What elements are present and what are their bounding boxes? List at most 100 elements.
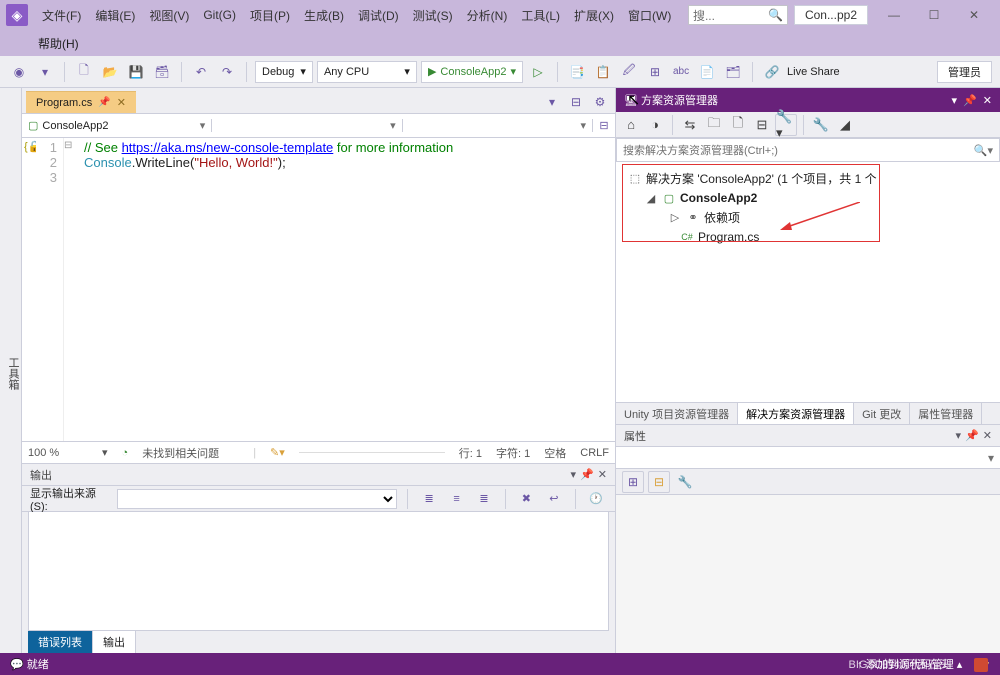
open-icon[interactable]: 📂 [99,61,121,83]
feedback-icon[interactable]: 💬 [10,658,24,671]
tab-output[interactable]: 输出 [92,630,136,653]
tab-program-cs[interactable]: Program.cs 📌 ✕ [26,91,136,113]
config-combo[interactable]: Debug▾ [255,61,313,83]
platform-combo[interactable]: Any CPU▾ [317,61,417,83]
se-home-icon[interactable]: ⌂ [620,114,642,136]
se-wrench-icon[interactable]: 🔧 [810,114,832,136]
maximize-button[interactable]: ☐ [914,1,954,29]
menu-project[interactable]: 项目(P) [244,3,296,28]
notification-badge[interactable] [974,658,988,672]
undo-icon[interactable]: ↶ [190,61,212,83]
menu-git[interactable]: Git(G) [197,4,242,26]
out-icon-3[interactable]: ≣ [473,488,494,510]
output-body[interactable] [28,512,609,631]
prop-autohide-icon[interactable]: 📌 [965,429,979,442]
output-source-combo[interactable] [117,489,397,509]
se-pin-icon[interactable]: 📌 [963,94,977,107]
pin-icon[interactable]: 📌 [98,97,110,108]
prop-close-icon[interactable]: ✕ [983,429,992,442]
menu-build[interactable]: 生成(B) [298,3,350,28]
nav-fwd-icon[interactable]: ▾ [34,61,56,83]
close-button[interactable]: ✕ [954,1,994,29]
se-search[interactable]: 搜索解决方案资源管理器(Ctrl+;)🔍▾ [616,138,1000,162]
output-autohide-icon[interactable]: 📌 [580,468,594,481]
properties-body[interactable] [616,495,1000,653]
tab-split-icon[interactable]: ⊟ [565,91,587,113]
nav-member-combo[interactable]: ▾ [403,119,593,132]
menu-edit[interactable]: 编辑(E) [89,3,141,28]
menu-debug[interactable]: 调试(D) [352,3,405,28]
tab-error-list[interactable]: 错误列表 [28,631,92,653]
file-node[interactable]: C#Program.cs [620,228,996,246]
tab-property-manager[interactable]: 属性管理器 [910,403,982,424]
se-properties-icon[interactable]: 🔧▾ [775,114,797,136]
menu-view[interactable]: 视图(V) [143,3,195,28]
minimize-button[interactable]: — [874,1,914,29]
tb-icon-7[interactable]: 🗂 [722,61,744,83]
expand-deps-icon[interactable]: ▷ [668,211,682,224]
tab-git-changes[interactable]: Git 更改 [854,403,910,424]
tab-unity[interactable]: Unity 项目资源管理器 [616,403,738,424]
deps-node[interactable]: ▷⚭依赖项 [620,207,996,228]
output-pin-icon[interactable]: ▾ [571,468,577,481]
se-close-icon[interactable]: ✕ [983,94,992,107]
prop-wrench-icon[interactable]: 🔧 [674,471,696,493]
tb-icon-3[interactable]: 🖉 [618,61,640,83]
out-clear-icon[interactable]: ✖ [516,488,537,510]
redo-icon[interactable]: ↷ [216,61,238,83]
out-icon-2[interactable]: ≡ [446,488,467,510]
se-sync-icon[interactable]: ⇆ [679,114,701,136]
se-dropdown-icon[interactable]: ▾ [952,94,958,107]
tab-dropdown-icon[interactable]: ▾ [541,91,563,113]
live-share-label[interactable]: Live Share [787,66,840,78]
prop-combo-dd[interactable]: ▾ [988,451,994,465]
tb-icon-4[interactable]: ⊞ [644,61,666,83]
se-more-icon[interactable]: ◢ [834,114,856,136]
fold-margin[interactable]: ⊟ [64,138,78,441]
se-refresh-icon[interactable]: 🗀 [703,114,725,136]
tb-icon-6[interactable]: 📄 [696,61,718,83]
tb-icon-2[interactable]: 📋 [592,61,614,83]
nav-project-combo[interactable]: ▢ConsoleApp2▾ [22,119,212,132]
save-all-icon[interactable]: 🗃 [151,61,173,83]
sln-node[interactable]: ⬚解决方案 'ConsoleApp2' (1 个项目，共 1 个 [620,168,996,189]
se-view-icon[interactable]: ◑ [644,114,666,136]
left-tool-rail[interactable]: 工具箱 [0,88,22,653]
title-search[interactable]: 搜...🔍 [688,5,788,25]
expand-icon[interactable]: ◢ [644,192,658,205]
indent-mode[interactable]: 空格 [544,445,566,461]
prop-az-icon[interactable]: ⊟ [648,471,670,493]
eol-mode[interactable]: CRLF [580,447,609,459]
run-button[interactable]: ▶ConsoleApp2▾ [421,61,523,83]
menu-file[interactable]: 文件(F) [36,3,87,28]
menu-analyze[interactable]: 分析(N) [461,3,514,28]
nav-back-icon[interactable]: ◉ [8,61,30,83]
tb-icon-5[interactable]: abc [670,61,692,83]
prop-cat-icon[interactable]: ⊞ [622,471,644,493]
tab-solution-explorer[interactable]: 解决方案资源管理器 [738,403,854,424]
out-wrap-icon[interactable]: ↩ [543,488,564,510]
se-showall-icon[interactable]: 🗋 [727,114,749,136]
tab-gear-icon[interactable]: ⚙ [589,91,611,113]
save-icon[interactable]: 💾 [125,61,147,83]
menu-test[interactable]: 测试(S) [407,3,459,28]
menu-help[interactable]: 帮助(H) [32,31,85,56]
menu-window[interactable]: 窗口(W) [622,3,677,28]
se-collapse-icon[interactable]: ⊟ [751,114,773,136]
nav-split-icon[interactable]: ⊟ [593,115,615,137]
prop-pin-icon[interactable]: ▾ [956,429,962,442]
tb-icon-1[interactable]: 📑 [566,61,588,83]
output-close-icon[interactable]: ✕ [598,468,607,481]
nav-type-combo[interactable]: ▾ [212,119,402,132]
new-project-icon[interactable]: 🗋 [73,61,95,83]
lightbulb-icon[interactable]: ✎▾ [270,446,285,459]
out-time-icon[interactable]: 🕐 [586,488,607,510]
code-content[interactable]: // See https://aka.ms/new-console-templa… [78,138,453,441]
out-icon-1[interactable]: ≣ [418,488,439,510]
project-node[interactable]: ◢▢ConsoleApp2 [620,189,996,207]
solution-tree[interactable]: ⬚解决方案 'ConsoleApp2' (1 个项目，共 1 个 ◢▢Conso… [616,162,1000,402]
menu-tools[interactable]: 工具(L) [515,3,566,28]
zoom-level[interactable]: 100 % [28,447,88,459]
live-share-icon[interactable]: 🔗 [761,61,783,83]
tab-close-icon[interactable]: ✕ [117,96,126,109]
